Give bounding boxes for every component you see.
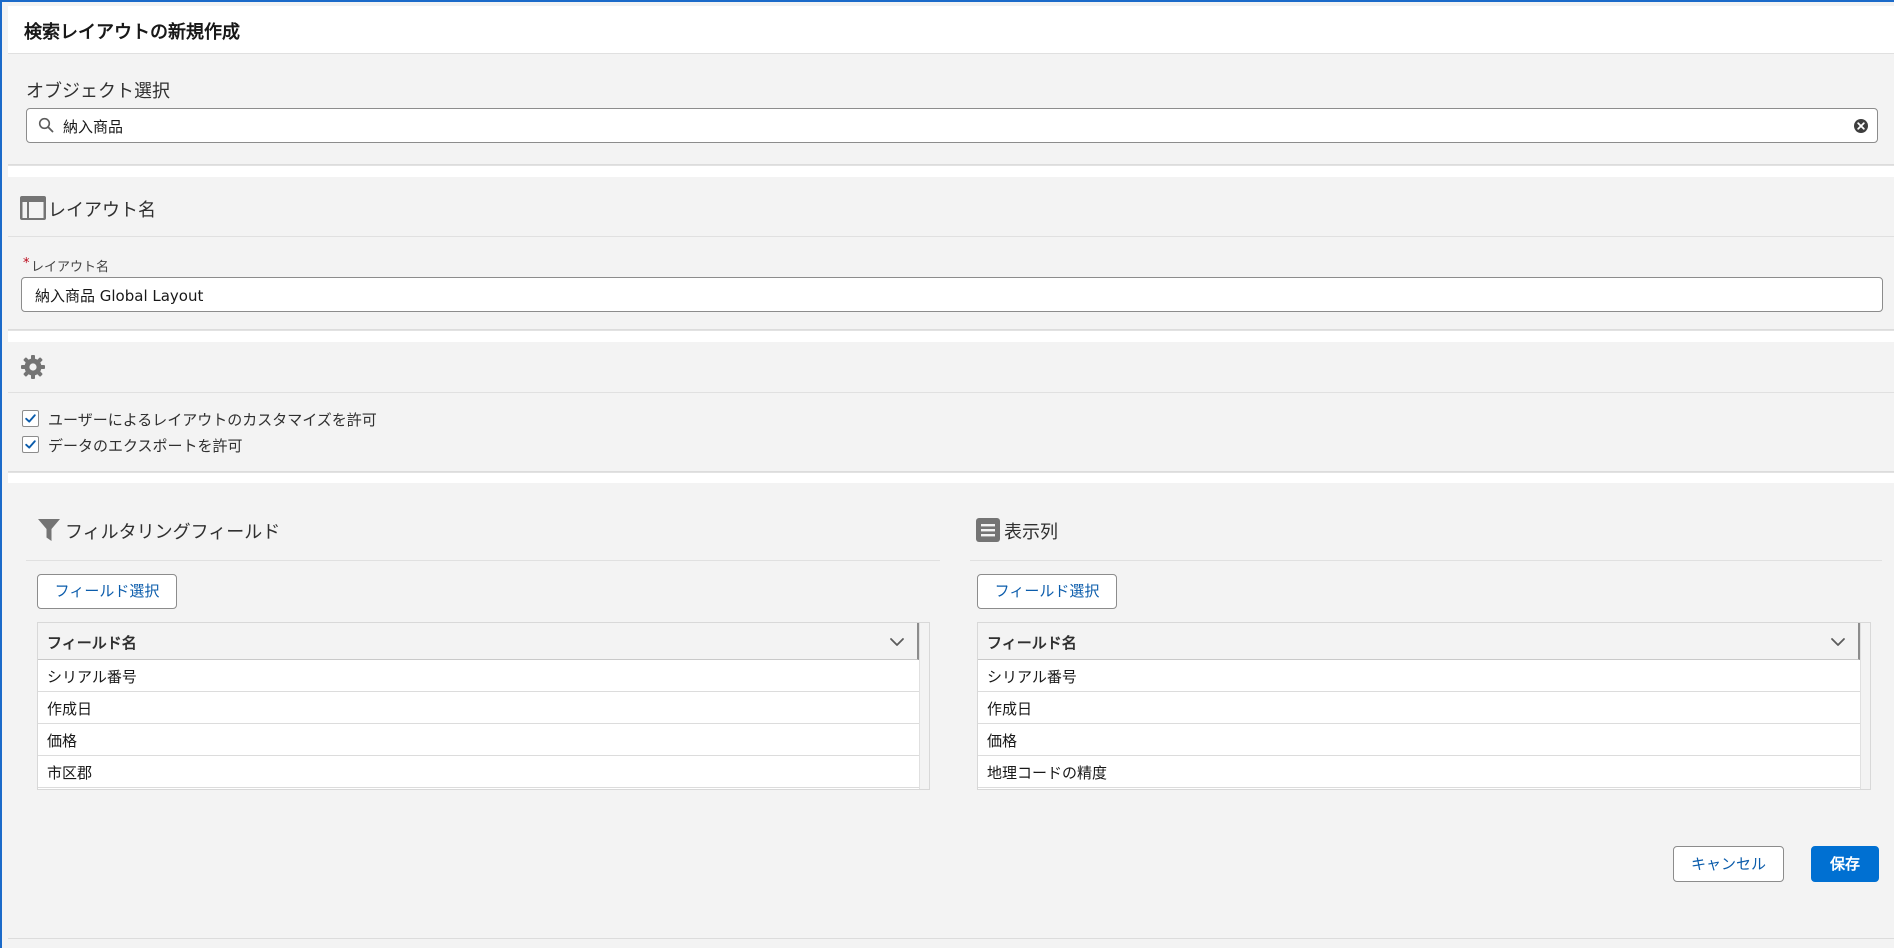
filter-fields-table: フィールド名 シリアル番号 作成日 価格 市区郡 — [37, 622, 930, 790]
modal-header: 検索レイアウトの新規作成 — [8, 6, 1894, 54]
section-gap — [8, 165, 1894, 177]
search-icon — [38, 117, 54, 137]
table-row[interactable]: シリアル番号 — [38, 660, 919, 692]
allow-customize-checkbox[interactable] — [22, 410, 39, 427]
filter-select-fields-button[interactable]: フィールド選択 — [37, 574, 177, 609]
table-scrollbar[interactable] — [919, 623, 929, 789]
layout-name-value: 納入商品 Global Layout — [35, 287, 204, 305]
object-select-card: オブジェクト選択 納入商品 — [8, 55, 1894, 165]
table-row[interactable]: シリアル番号 — [978, 660, 1860, 692]
gear-icon — [20, 354, 46, 384]
divider — [8, 236, 1894, 237]
display-column-header: フィールド名 — [987, 634, 1077, 652]
save-button[interactable]: 保存 — [1811, 846, 1879, 882]
display-columns-heading: 表示列 — [1004, 522, 1058, 543]
table-row[interactable]: 価格 — [38, 724, 919, 756]
required-asterisk: * — [23, 256, 30, 271]
layout-name-heading: レイアウト名 — [48, 200, 156, 221]
table-row[interactable]: 価格 — [978, 724, 1860, 756]
filter-column-header: フィールド名 — [47, 634, 137, 652]
divider — [970, 560, 1882, 561]
layout-icon — [20, 196, 46, 224]
modal-title: 検索レイアウトの新規作成 — [24, 22, 240, 43]
modal-window: 検索レイアウトの新規作成 オブジェクト選択 納入商品 レイアウト名 * レイアウ… — [0, 0, 1894, 948]
divider — [8, 392, 1894, 393]
table-cell: 市区郡 — [47, 764, 93, 782]
chevron-down-icon[interactable] — [1830, 634, 1846, 654]
table-scrollbar[interactable] — [1860, 623, 1870, 789]
display-table-header[interactable]: フィールド名 — [978, 623, 1860, 660]
table-row[interactable]: 作成日 — [978, 692, 1860, 724]
table-cell: 地理コードの精度 — [987, 764, 1108, 782]
table-cell: 作成日 — [987, 700, 1033, 718]
display-columns-table: フィールド名 シリアル番号 作成日 価格 地理コードの精度 — [977, 622, 1871, 790]
section-gap — [8, 330, 1894, 342]
cancel-button[interactable]: キャンセル — [1673, 846, 1784, 882]
layout-name-field-label: レイアウト名 — [31, 260, 110, 275]
options-card: ユーザーによるレイアウトのカスタマイズを許可 データのエクスポートを許可 — [8, 342, 1894, 472]
layout-name-input[interactable]: 納入商品 Global Layout — [21, 277, 1883, 312]
section-gap — [8, 472, 1894, 483]
allow-export-checkbox[interactable] — [22, 436, 39, 453]
table-cell: 価格 — [47, 732, 78, 750]
object-search-input[interactable]: 納入商品 — [26, 108, 1878, 143]
table-row[interactable]: 市区郡 — [38, 756, 919, 788]
allow-export-label: データのエクスポートを許可 — [48, 437, 243, 455]
allow-customize-label: ユーザーによるレイアウトのカスタマイズを許可 — [48, 411, 377, 429]
object-search-value: 納入商品 — [63, 118, 124, 136]
divider — [26, 560, 940, 561]
clear-icon[interactable] — [1853, 118, 1869, 138]
filter-fields-heading: フィルタリングフィールド — [65, 522, 281, 543]
table-row[interactable]: 作成日 — [38, 692, 919, 724]
list-icon — [976, 518, 1000, 546]
chevron-down-icon[interactable] — [889, 634, 905, 654]
layout-name-card: レイアウト名 * レイアウト名 納入商品 Global Layout — [8, 178, 1894, 330]
filter-table-header[interactable]: フィールド名 — [38, 623, 919, 660]
table-cell: シリアル番号 — [987, 668, 1077, 686]
table-cell: 価格 — [987, 732, 1018, 750]
display-select-fields-button[interactable]: フィールド選択 — [977, 574, 1117, 609]
table-row[interactable]: 地理コードの精度 — [978, 756, 1860, 788]
table-cell: 作成日 — [47, 700, 93, 718]
filter-icon — [37, 518, 61, 546]
table-cell: シリアル番号 — [47, 668, 137, 686]
object-select-label: オブジェクト選択 — [26, 81, 170, 102]
fields-card: フィルタリングフィールド フィールド選択 フィールド名 シリアル番号 作成日 価… — [8, 483, 1894, 939]
